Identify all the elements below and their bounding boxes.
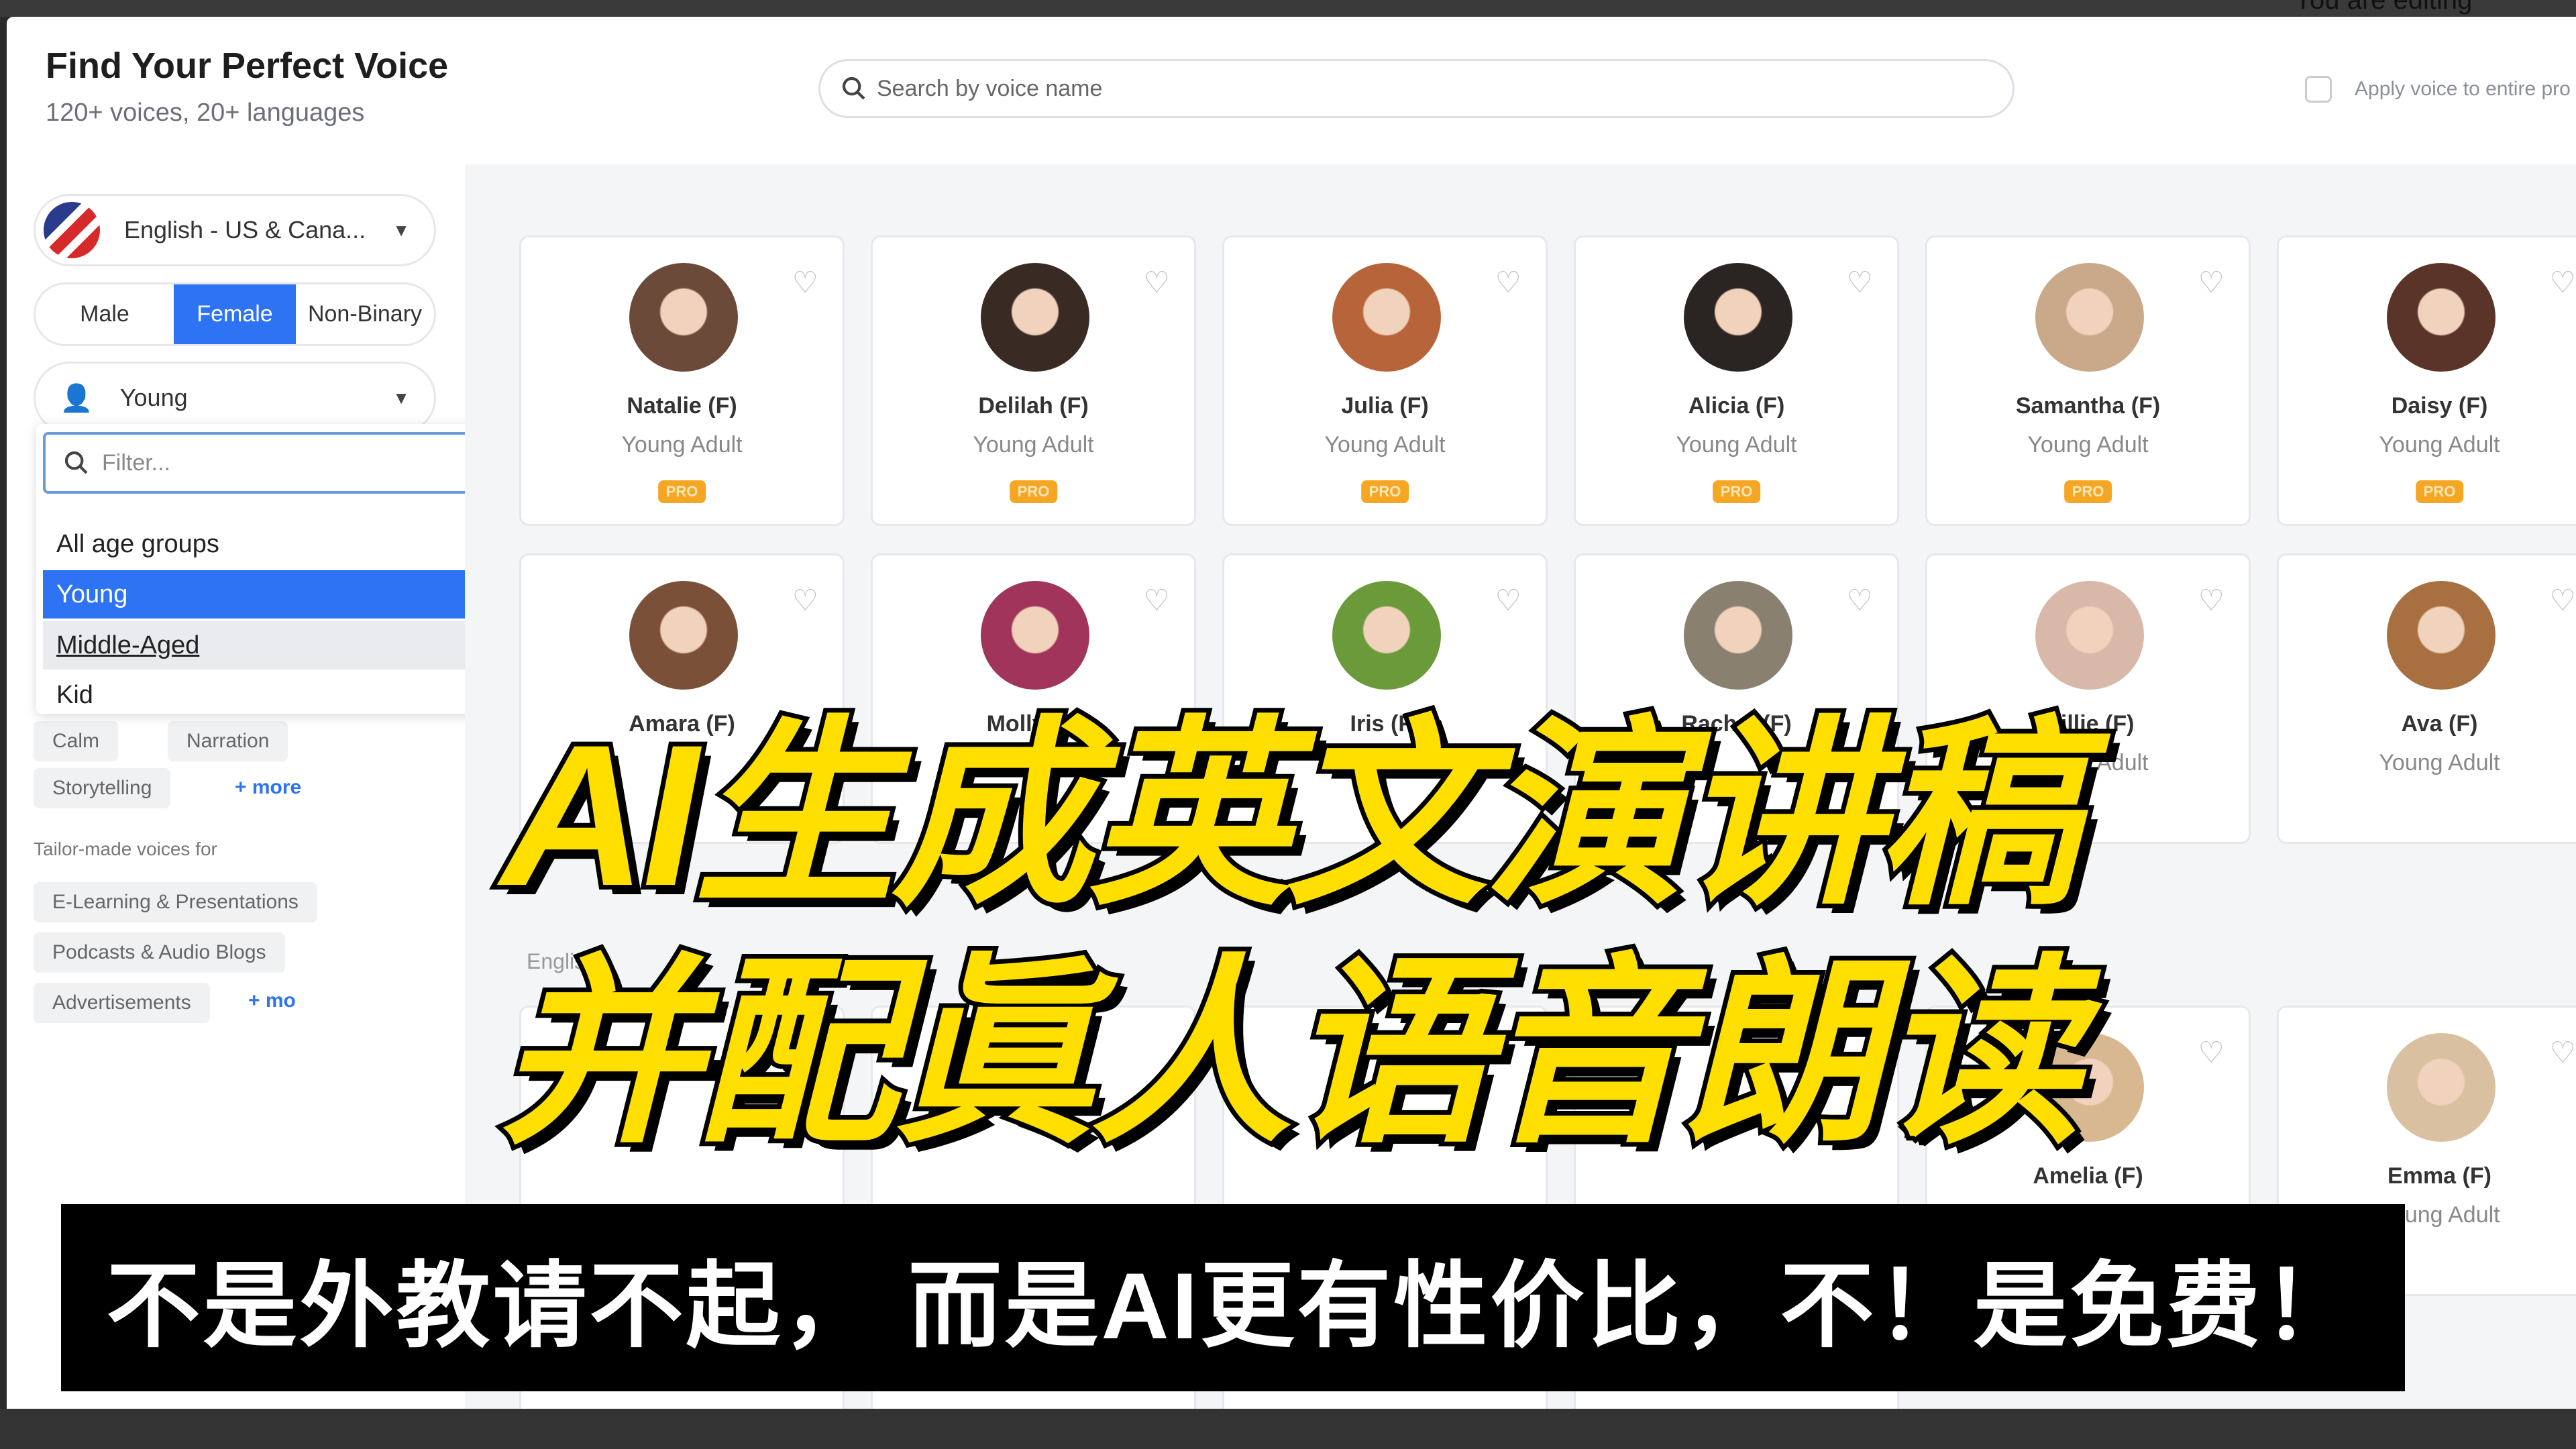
voice-card[interactable]: ♡ Delilah (F) Young Adult PRO	[871, 235, 1196, 526]
heart-icon[interactable]: ♡	[1495, 266, 1521, 300]
voice-name: Daisy (F)	[2391, 393, 2488, 419]
voice-card[interactable]: ♡ Natalie (F) Young Adult PRO	[519, 235, 845, 526]
caret-down-icon: ▼	[392, 219, 410, 240]
voice-avatar	[981, 263, 1089, 372]
voice-card[interactable]: ♡ Samantha (F) Young Adult PRO	[1925, 235, 2251, 526]
voice-age: Young Adult	[621, 432, 743, 458]
heart-icon[interactable]: ♡	[1495, 584, 1521, 618]
voice-avatar	[629, 263, 738, 372]
heart-icon[interactable]: ♡	[792, 266, 818, 300]
voice-name: Julia (F)	[1341, 393, 1429, 419]
heart-icon[interactable]: ♡	[2198, 266, 2224, 300]
heart-icon[interactable]: ♡	[2198, 584, 2224, 618]
voice-name: Emma (F)	[2387, 1163, 2491, 1189]
voice-name: Samantha (F)	[2015, 393, 2161, 419]
overlay-title-line1: AI生成英文演讲稿	[496, 702, 2084, 928]
gender-toggle: Male Female Non-Binary	[34, 282, 436, 346]
heart-icon[interactable]: ♡	[2550, 266, 2576, 300]
voice-avatar	[2387, 581, 2496, 690]
heart-icon[interactable]: ♡	[1847, 584, 1873, 618]
voice-avatar	[981, 581, 1089, 690]
flag-icon	[44, 202, 100, 258]
language-value: English - US & Cana...	[124, 216, 366, 244]
voice-age: Young Adult	[973, 432, 1094, 458]
caption-bar: 不是外教请不起， 而是AI更有性价比，不！是免费！	[61, 1204, 2405, 1391]
voice-avatar	[1332, 263, 1441, 372]
option-middle-aged[interactable]: Middle-Aged	[43, 621, 533, 669]
filter-placeholder: Filter...	[102, 449, 171, 476]
voice-avatar	[629, 581, 738, 690]
editing-label: You are editing	[2294, 0, 2473, 15]
voice-avatar	[2035, 263, 2144, 372]
overlay-title-line2: 并配眞人语音朗读	[494, 941, 2086, 1166]
voice-avatar	[2035, 581, 2144, 690]
heart-icon[interactable]: ♡	[1847, 266, 1873, 300]
voice-avatar	[1332, 581, 1441, 690]
pro-badge: PRO	[1009, 480, 1058, 503]
option-kid[interactable]: Kid	[43, 671, 533, 719]
voice-avatar	[1684, 581, 1792, 690]
heart-icon[interactable]: ♡	[2550, 584, 2576, 618]
age-select[interactable]: 👤 Young ▼	[34, 362, 436, 434]
search-icon	[64, 451, 88, 474]
voice-age: Young Adult	[1676, 432, 1797, 458]
heart-icon[interactable]: ♡	[1144, 584, 1170, 618]
voice-name: Alicia (F)	[1688, 393, 1785, 419]
option-young[interactable]: Young	[43, 570, 533, 619]
pro-badge: PRO	[1712, 480, 1761, 503]
pro-badge: PRO	[2063, 480, 2112, 503]
gender-male[interactable]: Male	[36, 284, 174, 344]
caret-down-icon: ▼	[392, 387, 410, 408]
voice-age: Young Adult	[2027, 432, 2149, 458]
person-icon: 👤	[60, 383, 93, 413]
top-bar: You are editing	[0, 0, 2576, 17]
language-select[interactable]: English - US & Cana... ▼	[34, 194, 436, 266]
pro-badge: PRO	[657, 480, 706, 503]
heart-icon[interactable]: ♡	[1144, 266, 1170, 300]
voice-age: Young Adult	[1324, 432, 1446, 458]
option-all-age-groups[interactable]: All age groups	[43, 520, 533, 568]
gender-female[interactable]: Female	[174, 284, 296, 344]
age-value: Young	[119, 384, 188, 411]
caption-text: 不是外教请不起， 而是AI更有性价比，不！是免费！	[106, 1252, 2360, 1358]
voice-name: Natalie (F)	[627, 393, 737, 419]
voice-name: Amelia (F)	[2033, 1163, 2143, 1189]
voice-age: Young Adult	[2379, 432, 2500, 458]
voice-avatar	[2387, 263, 2496, 372]
pro-badge: PRO	[1360, 480, 1409, 503]
heart-icon[interactable]: ♡	[792, 584, 818, 618]
pro-badge: PRO	[2415, 480, 2464, 503]
voice-card[interactable]: ♡ Daisy (F) Young Adult PRO	[2277, 235, 2576, 526]
voice-avatar	[1684, 263, 1792, 372]
age-dropdown: Filter... All age groups Young Middle-Ag…	[36, 424, 539, 714]
gender-non-binary[interactable]: Non-Binary	[296, 284, 434, 344]
filter-input[interactable]: Filter...	[43, 432, 533, 494]
voice-card[interactable]: ♡ Julia (F) Young Adult PRO	[1222, 235, 1548, 526]
voice-name: Delilah (F)	[978, 393, 1089, 419]
voice-card[interactable]: ♡ Alicia (F) Young Adult PRO	[1574, 235, 1899, 526]
timeline-bar	[0, 1409, 2576, 1449]
